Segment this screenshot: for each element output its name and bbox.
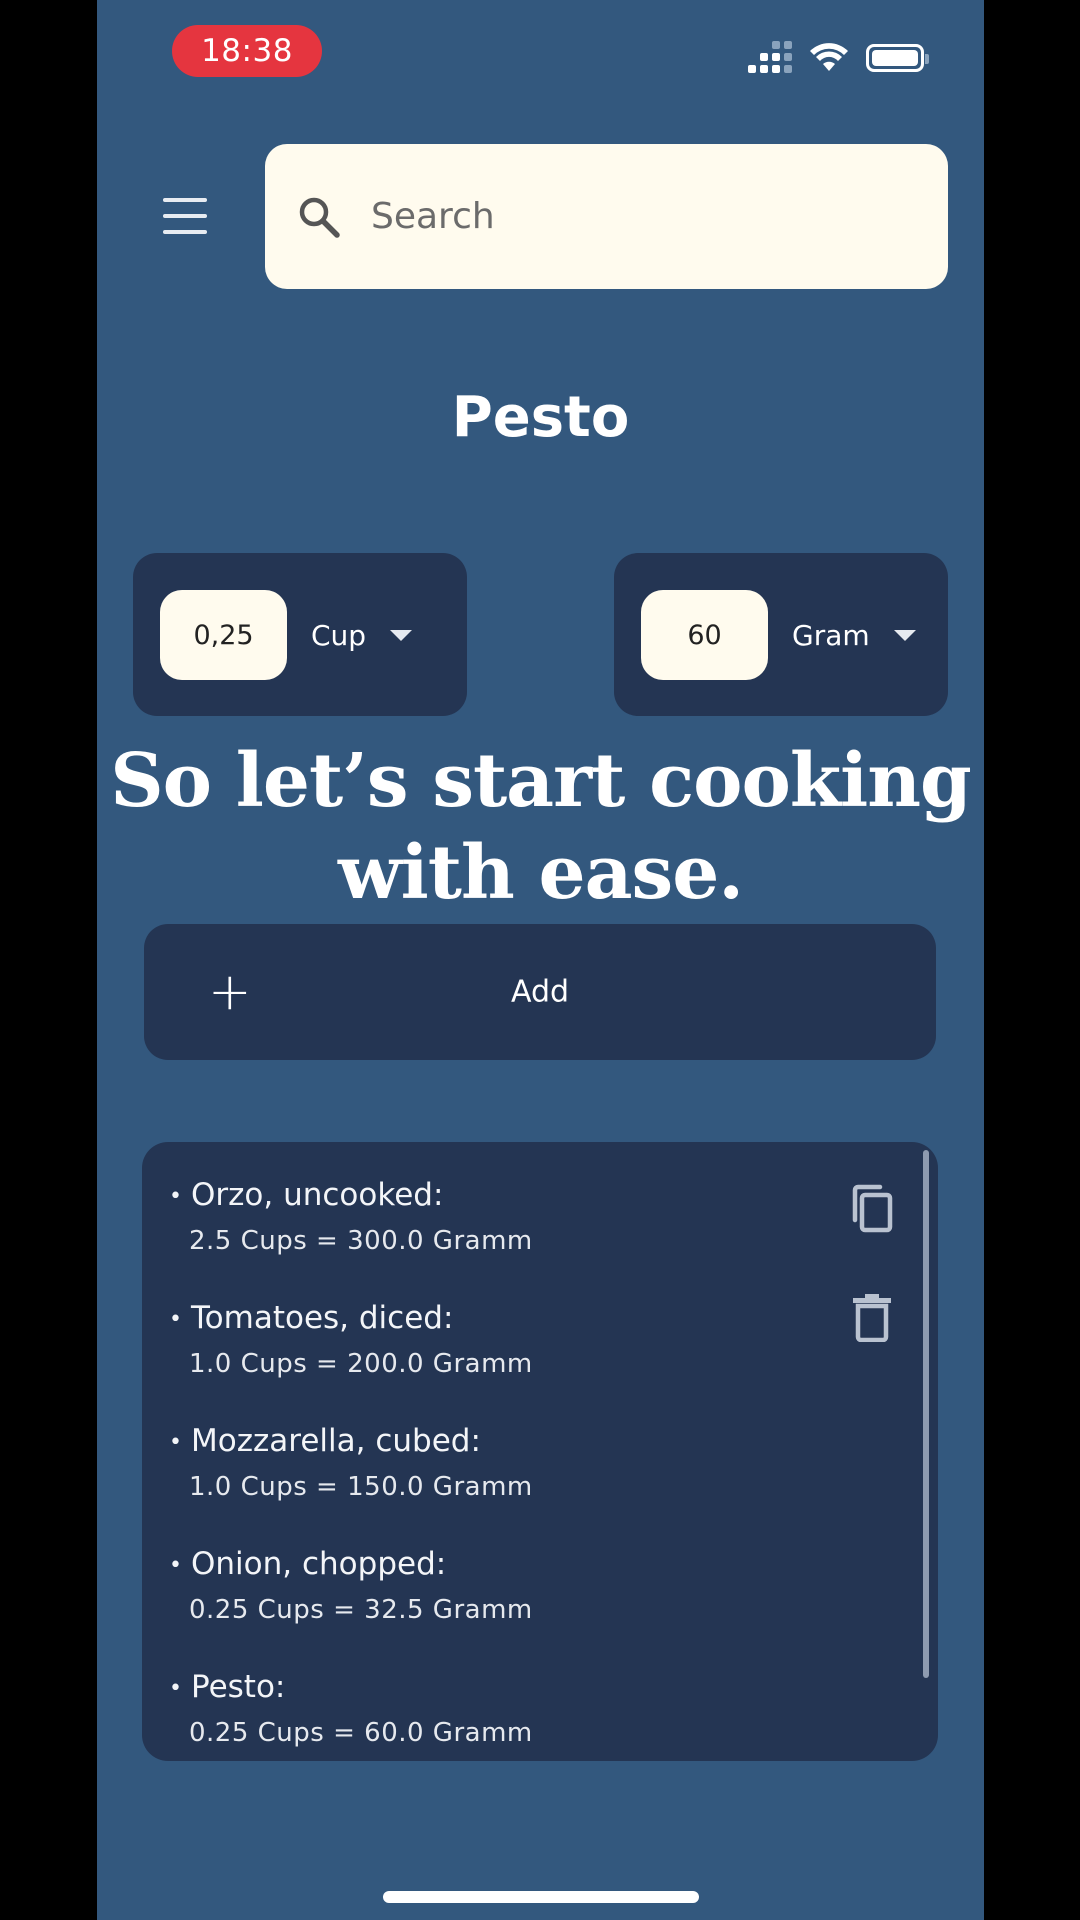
home-indicator[interactable] [383, 1891, 699, 1903]
ingredient-conversion: 0.25 Cups = 60.0 Gramm [189, 1717, 533, 1748]
from-unit-label: Cup [311, 618, 367, 652]
copy-icon [852, 1184, 893, 1233]
recipe-title: Pesto [451, 385, 630, 450]
ingredient-conversion: 1.0 Cups = 200.0 Gramm [189, 1348, 533, 1379]
search-input[interactable] [369, 195, 889, 238]
chevron-down-icon [893, 629, 916, 641]
tagline: So let’s start cooking with ease. [97, 735, 984, 919]
list-item: • Pesto: 0.25 Cups = 60.0 Gramm [169, 1664, 769, 1761]
wifi-icon [810, 43, 848, 71]
from-unit-dropdown[interactable]: Cup [311, 590, 413, 680]
list-item: • Orzo, uncooked: 2.5 Cups = 300.0 Gramm [169, 1172, 769, 1295]
ingredient-list: • Orzo, uncooked: 2.5 Cups = 300.0 Gramm … [169, 1172, 769, 1761]
ingredient-conversion: 1.0 Cups = 150.0 Gramm [189, 1471, 533, 1502]
ingredient-conversion: 2.5 Cups = 300.0 Gramm [189, 1225, 533, 1256]
tagline-line-1: So let’s start cooking [110, 738, 972, 824]
to-unit-label: Gram [792, 618, 870, 652]
signal-icon [748, 41, 792, 73]
to-converter-card: Gram [614, 553, 948, 716]
chevron-down-icon [390, 629, 413, 641]
list-item: • Mozzarella, cubed: 1.0 Cups = 150.0 Gra… [169, 1418, 769, 1541]
trash-icon [853, 1294, 891, 1342]
add-button-label: Add [510, 974, 570, 1010]
ingredient-name: Tomatoes, diced: [191, 1300, 454, 1336]
battery-icon [866, 44, 929, 72]
ingredient-name: Orzo, uncooked: [191, 1177, 444, 1213]
ingredient-name: Mozzarella, cubed: [191, 1423, 481, 1459]
tagline-line-2: with ease. [337, 830, 744, 916]
list-item: • Onion, chopped: 0.25 Cups = 32.5 Gramm [169, 1541, 769, 1664]
ingredient-conversion: 0.25 Cups = 32.5 Gramm [189, 1594, 533, 1625]
list-scrollbar[interactable] [923, 1150, 929, 1678]
list-item: • Tomatoes, diced: 1.0 Cups = 200.0 Gramm [169, 1295, 769, 1418]
search-bar[interactable] [265, 144, 948, 289]
status-icons [748, 40, 929, 76]
ingredient-name: Pesto: [191, 1669, 286, 1705]
status-time: 18:38 [172, 25, 322, 77]
to-amount-input[interactable] [641, 590, 768, 680]
search-icon [299, 197, 340, 238]
add-button[interactable]: + Add [144, 924, 936, 1060]
from-amount-input[interactable] [160, 590, 287, 680]
delete-button[interactable] [845, 1288, 899, 1346]
ingredient-name: Onion, chopped: [191, 1546, 447, 1582]
ingredient-list-card[interactable]: • Orzo, uncooked: 2.5 Cups = 300.0 Gramm … [142, 1142, 938, 1761]
app-screen: 18:38 Pesto Cup [97, 0, 984, 1920]
to-unit-dropdown[interactable]: Gram [792, 590, 916, 680]
hamburger-menu-icon[interactable] [163, 198, 207, 234]
copy-button[interactable] [845, 1180, 899, 1238]
from-converter-card: Cup [133, 553, 467, 716]
